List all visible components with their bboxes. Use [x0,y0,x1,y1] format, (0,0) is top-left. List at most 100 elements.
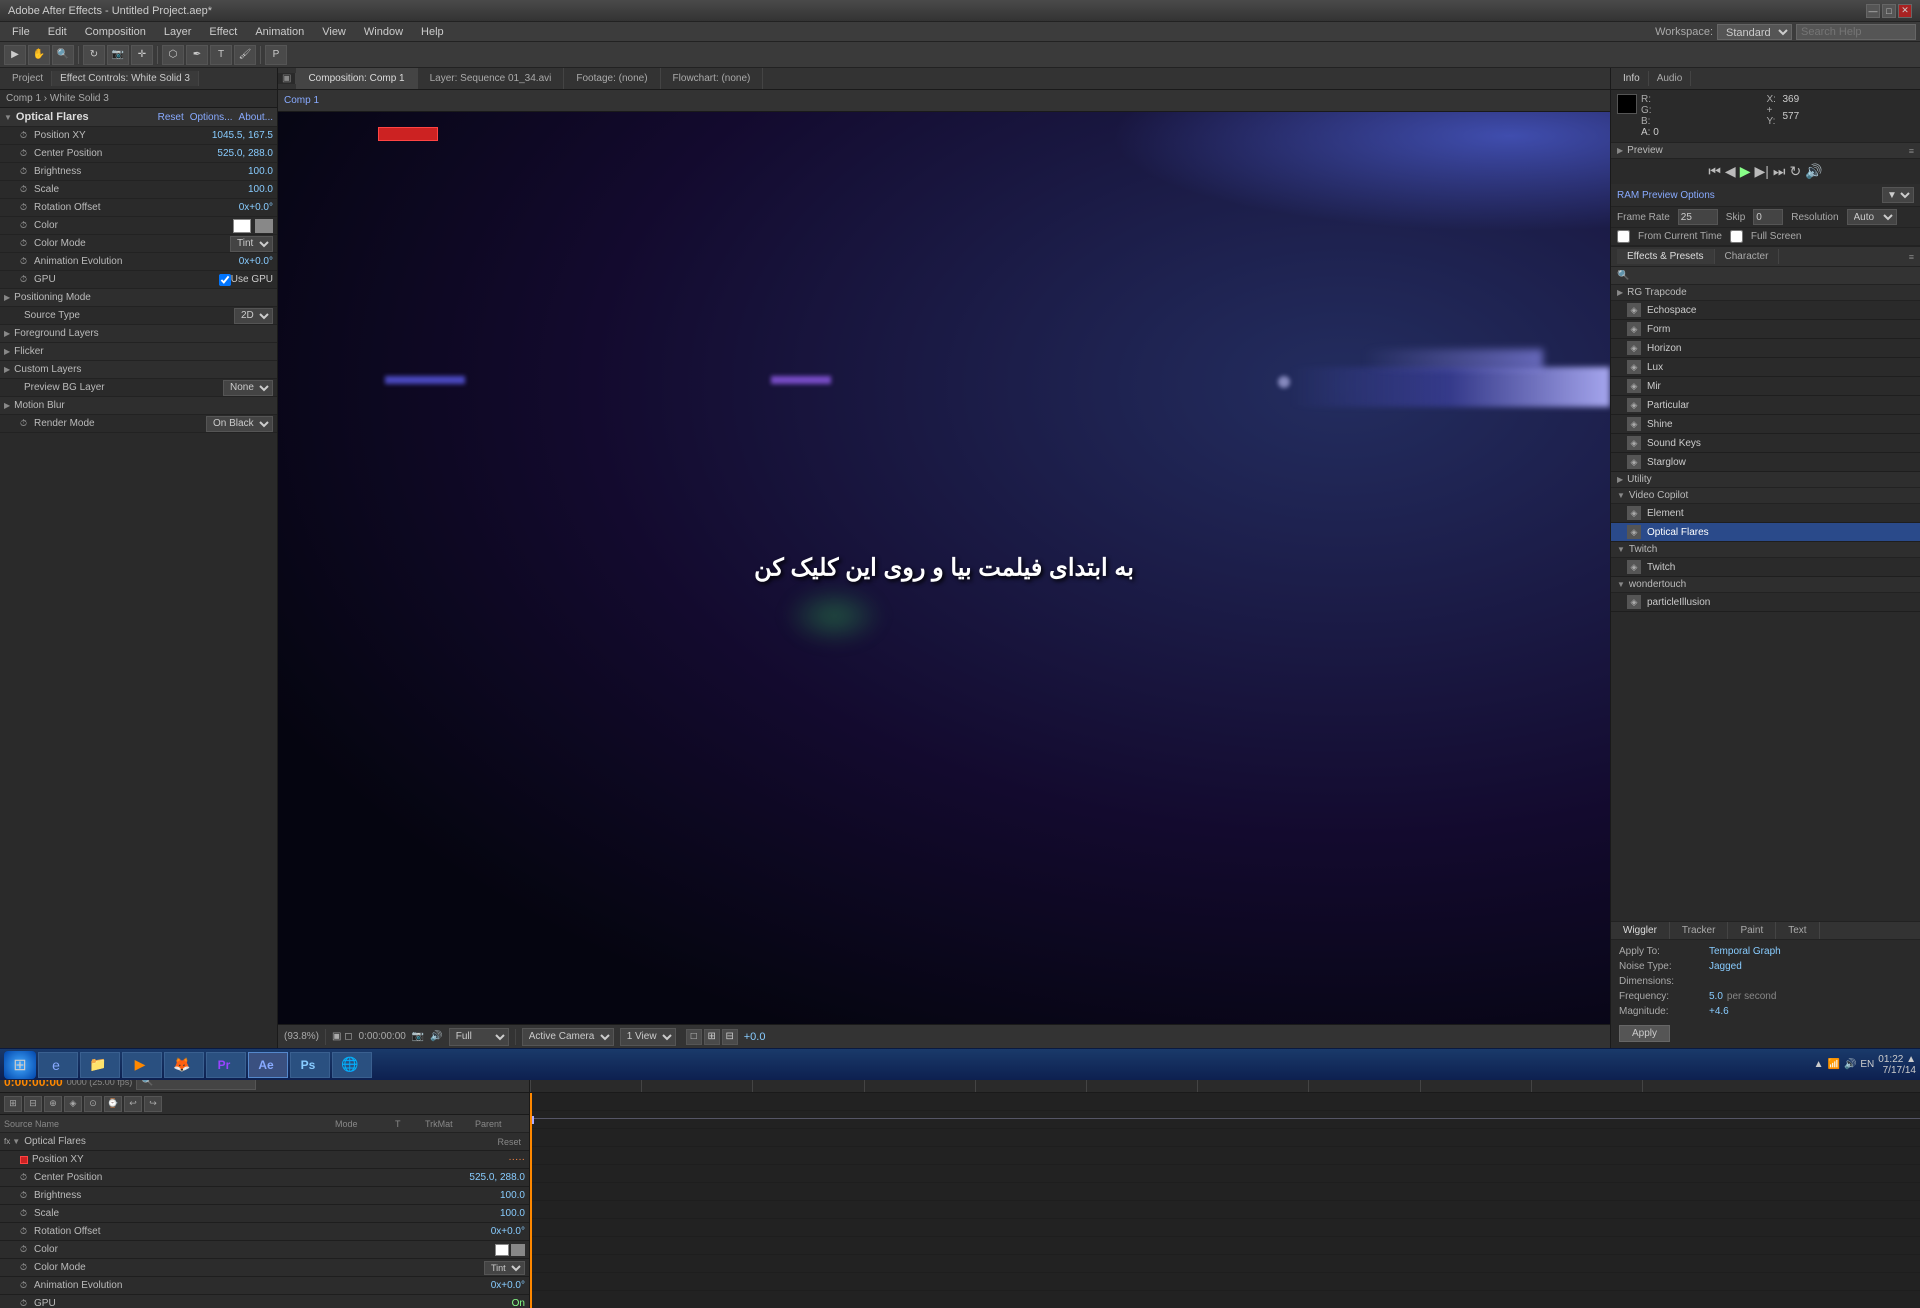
project-tab[interactable]: Project [4,71,52,86]
play-button[interactable]: ▶ [1740,163,1751,180]
motion-blur-group[interactable]: ▶ Motion Blur [0,397,277,415]
footage-tab[interactable]: Footage: (none) [564,68,660,89]
tl-btn-8[interactable]: ↪ [144,1096,162,1112]
info-tab[interactable]: Info [1615,71,1649,86]
color-mode-tl-select[interactable]: Tint [484,1261,525,1275]
tl-btn-5[interactable]: ⊙ [84,1096,102,1112]
rotation-value[interactable]: 0x+0.0° [239,202,273,213]
workspace-dropdown[interactable]: Standard [1717,24,1792,40]
quality-select[interactable]: FullHalfQuarter [449,1028,509,1046]
position-xy-value[interactable]: 1045.5, 167.5 [212,130,273,141]
taskbar-ie[interactable]: e [38,1052,78,1078]
custom-layers-group[interactable]: ▶ Custom Layers [0,361,277,379]
start-button[interactable]: ⊞ [4,1051,36,1079]
color-mode-select[interactable]: Tint [230,236,273,252]
foreground-layers-group[interactable]: ▶ Foreground Layers [0,325,277,343]
audio-toggle-button[interactable]: 🔊 [1805,163,1822,180]
tl-btn-3[interactable]: ⊕ [44,1096,62,1112]
rg-trapcode-header[interactable]: ▶ RG Trapcode [1611,285,1920,301]
scale-val[interactable]: 100.0 [500,1208,525,1219]
brightness-val[interactable]: 100.0 [500,1190,525,1201]
resolution-select[interactable]: Auto [1847,209,1897,225]
minimize-button[interactable]: — [1866,4,1880,18]
menu-animation[interactable]: Animation [247,24,312,40]
effects-item-element[interactable]: ◈ Element [1611,504,1920,523]
window-controls[interactable]: — □ ✕ [1866,4,1912,18]
character-tab[interactable]: Character [1715,249,1780,264]
anim-evo-value[interactable]: 0x+0.0° [239,256,273,267]
prev-frame-button[interactable]: ◀ [1725,163,1736,180]
menu-layer[interactable]: Layer [156,24,200,40]
tl-btn-7[interactable]: ↩ [124,1096,142,1112]
preview-menu-icon[interactable]: ≡ [1909,146,1914,156]
expand-icon[interactable]: ▼ [4,113,12,122]
effects-item-sound-keys[interactable]: ◈ Sound Keys [1611,434,1920,453]
menu-composition[interactable]: Composition [77,24,154,40]
center-position-value[interactable]: 525.0, 288.0 [217,148,273,159]
tool-pan[interactable]: ✛ [131,45,153,65]
source-type-select[interactable]: 2D [234,308,273,324]
tl-btn-2[interactable]: ⊟ [24,1096,42,1112]
tool-pen[interactable]: ✒ [186,45,208,65]
menu-effect[interactable]: Effect [201,24,245,40]
taskbar-firefox[interactable]: 🦊 [164,1052,204,1078]
preview-header[interactable]: ▶ Preview ≡ [1611,143,1920,159]
effect-controls-tab[interactable]: Effect Controls: White Solid 3 [52,71,199,86]
frequency-value[interactable]: 5.0 [1709,991,1723,1002]
wondertouch-header[interactable]: ▼ wondertouch [1611,577,1920,593]
next-frame-button[interactable]: ▶| [1754,163,1768,180]
tl-btn-6[interactable]: ⌚ [104,1096,122,1112]
tool-select[interactable]: ▶ [4,45,26,65]
view-btn-3[interactable]: ⊟ [722,1029,738,1045]
skip-input[interactable] [1753,209,1783,225]
center-pos-val[interactable]: 525.0, 288.0 [469,1172,525,1183]
view-btn-2[interactable]: ⊞ [704,1029,720,1045]
tool-rotate[interactable]: ↻ [83,45,105,65]
go-to-start-button[interactable]: ⏮ [1708,163,1721,180]
video-copilot-header[interactable]: ▼ Video Copilot [1611,488,1920,504]
effects-presets-tab[interactable]: Effects & Presets [1617,249,1715,264]
reset-link[interactable]: Reset [158,112,184,123]
maximize-button[interactable]: □ [1882,4,1896,18]
wiggler-tab[interactable]: Wiggler [1611,922,1670,939]
effects-item-horizon[interactable]: ◈ Horizon [1611,339,1920,358]
full-screen-checkbox[interactable] [1730,230,1743,243]
anim-evo-tl-val[interactable]: 0x+0.0° [491,1280,525,1291]
effects-item-lux[interactable]: ◈ Lux [1611,358,1920,377]
comp-1-link[interactable]: Comp 1 [284,95,319,106]
effects-item-starglow[interactable]: ◈ Starglow [1611,453,1920,472]
tl-btn-1[interactable]: ⊞ [4,1096,22,1112]
ram-preview-dropdown[interactable]: ▼ [1882,187,1914,203]
tracker-tab[interactable]: Tracker [1670,922,1729,939]
effects-item-echospace[interactable]: ◈ Echospace [1611,301,1920,320]
effects-search-input[interactable] [1611,267,1920,285]
tool-zoom[interactable]: 🔍 [52,45,74,65]
loop-button[interactable]: ↻ [1790,163,1802,180]
effects-item-twitch[interactable]: ◈ Twitch [1611,558,1920,577]
ram-preview-label[interactable]: RAM Preview Options [1617,190,1878,201]
taskbar-chrome[interactable]: 🌐 [332,1052,372,1078]
search-help-input[interactable] [1796,24,1916,40]
tool-hand[interactable]: ✋ [28,45,50,65]
camera-select[interactable]: Active Camera [522,1028,614,1046]
gpu-checkbox[interactable] [219,274,231,286]
view-btn-1[interactable]: □ [686,1029,702,1045]
scale-value[interactable]: 100.0 [248,184,273,195]
audio-tab[interactable]: Audio [1649,71,1692,86]
views-select[interactable]: 1 View [620,1028,676,1046]
tool-mask[interactable]: ⬡ [162,45,184,65]
magnitude-value[interactable]: +4.6 [1709,1006,1729,1017]
from-current-time-checkbox[interactable] [1617,230,1630,243]
about-link[interactable]: About... [239,112,273,123]
close-button[interactable]: ✕ [1898,4,1912,18]
tool-text[interactable]: T [210,45,232,65]
taskbar-premiere[interactable]: Pr [206,1052,246,1078]
tray-up-arrow[interactable]: ▲ [1814,1059,1824,1070]
gpu-tl-val[interactable]: On [512,1298,525,1308]
flicker-group[interactable]: ▶ Flicker [0,343,277,361]
color-layer-swatch2[interactable] [511,1244,525,1256]
rotation-val[interactable]: 0x+0.0° [491,1226,525,1237]
color-swatch-2[interactable] [255,219,273,233]
twitch-header[interactable]: ▼ Twitch [1611,542,1920,558]
effects-item-form[interactable]: ◈ Form [1611,320,1920,339]
